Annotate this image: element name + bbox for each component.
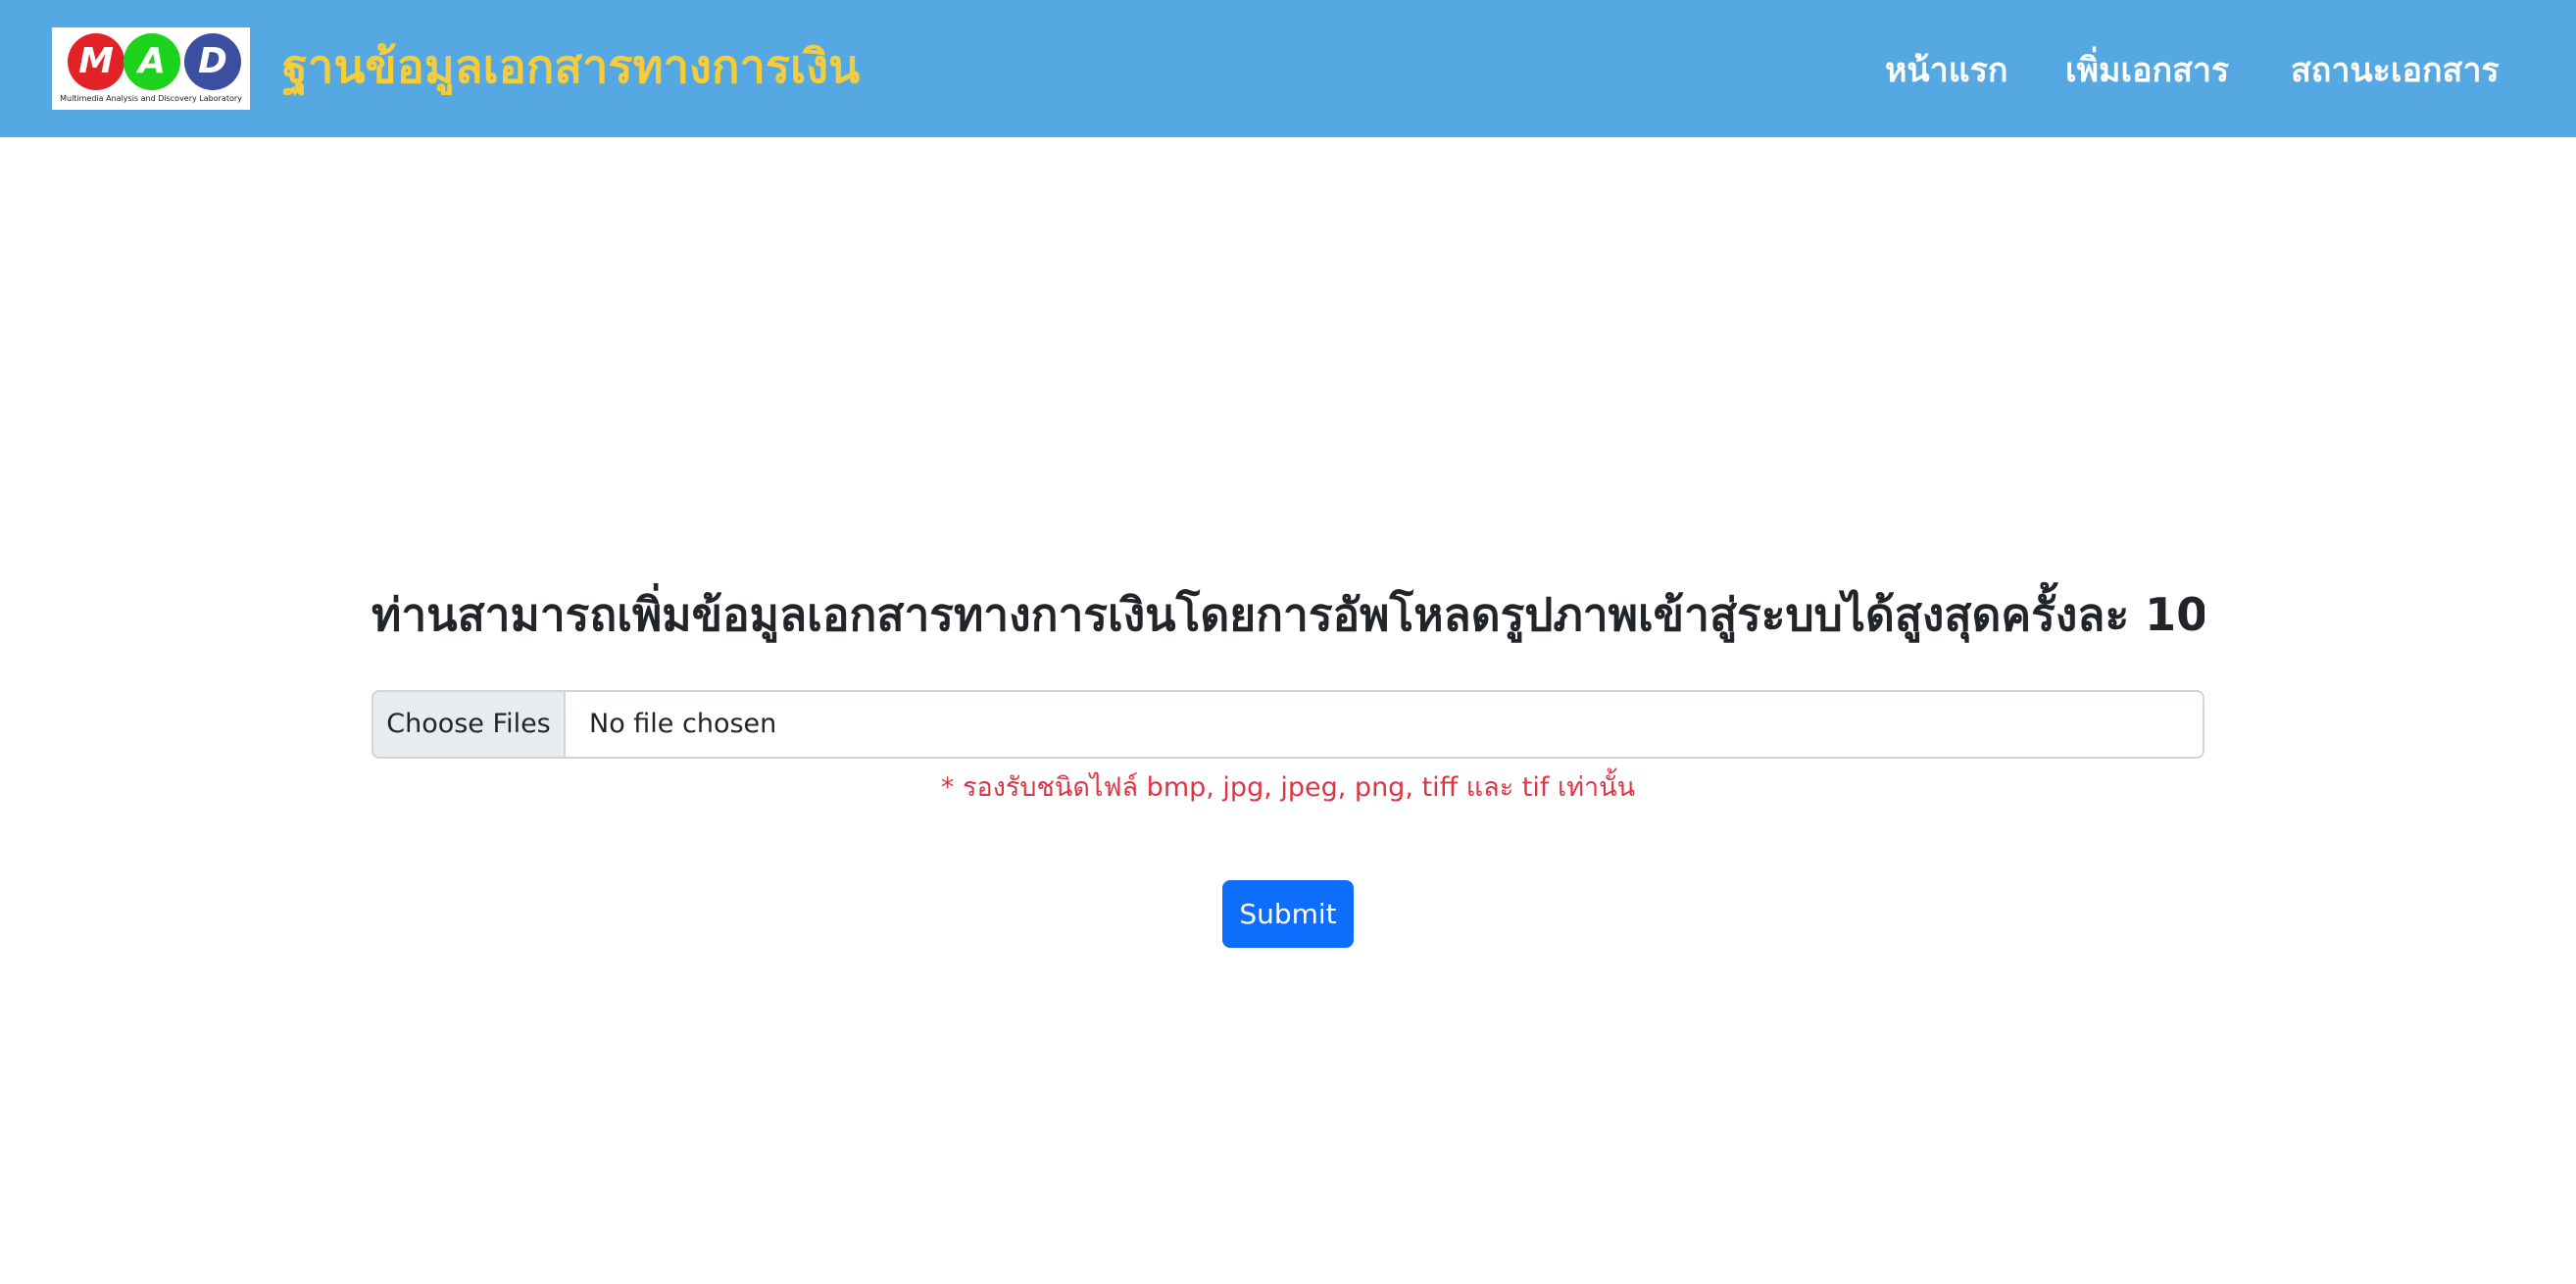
upload-instructions-heading: ท่านสามารถเพิ่มข้อมูลเอกสารทางการเงินโดย… [372,588,2204,641]
logo-letter-d: D [184,33,241,90]
nav-home-link[interactable]: หน้าแรก [1885,43,2008,98]
logo-tagline: Multimedia Analysis and Discovery Labora… [60,94,242,103]
nav-document-status-link[interactable]: สถานะเอกสาร [2291,43,2500,98]
submit-button[interactable]: Submit [1222,880,1354,948]
navbar: M A D Multimedia Analysis and Discovery … [0,0,2576,137]
file-chosen-status: No file chosen [589,709,777,739]
supported-file-types-note: * รองรับชนิดไฟล์ bmp, jpg, jpeg, png, ti… [940,772,1636,803]
choose-files-button[interactable]: Choose Files [373,692,566,757]
file-upload-input[interactable]: Choose Files No file chosen [372,690,2204,759]
logo-letter-a: A [124,33,180,90]
logo-letter-m: M [68,33,124,90]
mad-lab-logo[interactable]: M A D Multimedia Analysis and Discovery … [52,27,250,110]
nav-add-document-link[interactable]: เพิ่มเอกสาร [2065,43,2229,98]
brand-title[interactable]: ฐานข้อมูลเอกสารทางการเงิน [282,33,860,102]
